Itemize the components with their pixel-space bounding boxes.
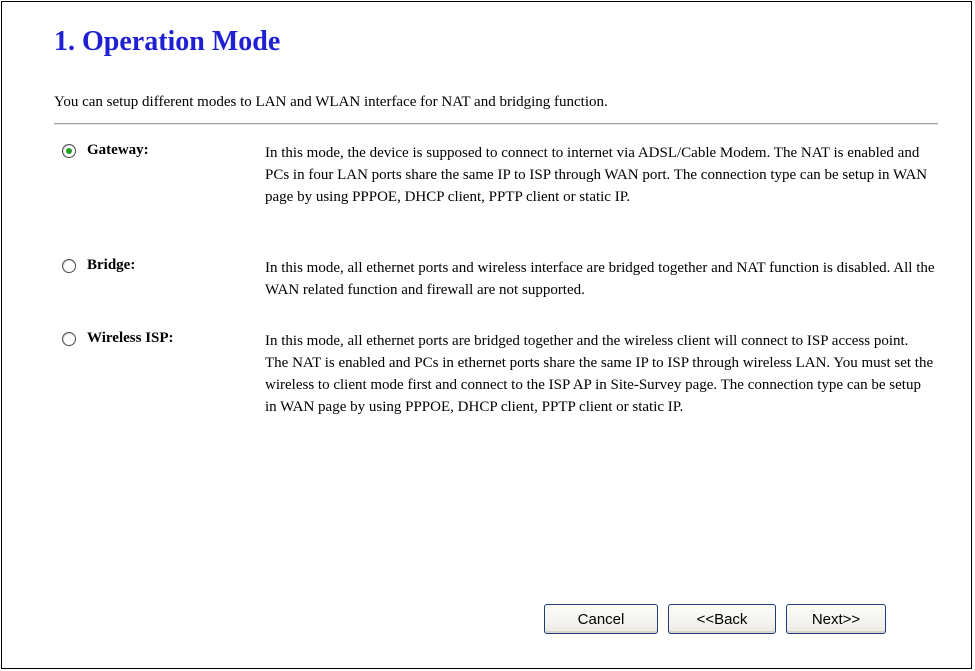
bridge-radio[interactable] xyxy=(62,258,76,273)
wizard-buttons: Cancel <<Back Next>> xyxy=(544,604,886,634)
wireless-isp-radio-option[interactable]: Wireless ISP: xyxy=(62,330,174,347)
page-description: You can setup different modes to LAN and… xyxy=(54,94,608,110)
page-title: 1. Operation Mode xyxy=(54,26,281,57)
cancel-button[interactable]: Cancel xyxy=(544,604,658,634)
gateway-description: In this mode, the device is supposed to … xyxy=(265,145,928,205)
next-button[interactable]: Next>> xyxy=(786,604,886,634)
bridge-radio-option[interactable]: Bridge: xyxy=(62,257,135,274)
bridge-label: Bridge: xyxy=(87,257,136,273)
gateway-label: Gateway: xyxy=(87,142,149,158)
wireless-isp-radio[interactable] xyxy=(62,331,76,346)
wireless-isp-description: In this mode, all ethernet ports are bri… xyxy=(265,333,934,415)
back-button[interactable]: <<Back xyxy=(668,604,776,634)
gateway-radio-option[interactable]: Gateway: xyxy=(62,142,149,159)
gateway-radio[interactable] xyxy=(62,143,76,158)
wireless-isp-label: Wireless ISP: xyxy=(87,330,174,346)
wizard-panel: 1. Operation Mode You can setup differen… xyxy=(1,1,972,669)
bridge-description: In this mode, all ethernet ports and wir… xyxy=(265,260,935,298)
divider xyxy=(54,123,938,125)
